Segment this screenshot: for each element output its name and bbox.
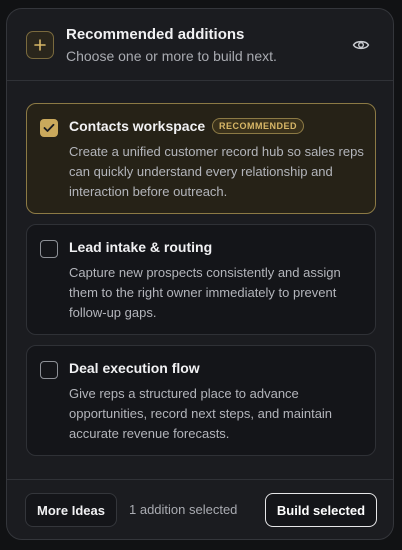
selection-count: 1 addition selected (129, 502, 238, 517)
recommended-badge: RECOMMENDED (212, 118, 305, 134)
option-title: Contacts workspace (69, 118, 206, 134)
more-ideas-button[interactable]: More Ideas (25, 493, 117, 527)
option-card-deal-execution-flow[interactable]: Deal execution flow Give reps a structur… (26, 345, 376, 456)
option-description: Create a unified customer record hub so … (69, 144, 364, 199)
plus-icon (26, 31, 54, 59)
option-description: Give reps a structured place to advance … (69, 386, 333, 441)
option-title: Lead intake & routing (69, 239, 213, 255)
panel-subtitle: Choose one or more to build next. (66, 48, 277, 64)
option-card-lead-intake-routing[interactable]: Lead intake & routing Capture new prospe… (26, 224, 376, 335)
option-checkbox[interactable] (40, 361, 58, 379)
option-description: Capture new prospects consistently and a… (69, 265, 341, 320)
recommended-additions-panel: Recommended additions Choose one or more… (6, 8, 394, 540)
option-checkbox[interactable] (40, 240, 58, 258)
eye-icon[interactable] (350, 35, 372, 55)
panel-header: Recommended additions Choose one or more… (7, 9, 393, 81)
option-card-contacts-workspace[interactable]: Contacts workspace RECOMMENDED Create a … (26, 103, 376, 214)
panel-footer: More Ideas 1 addition selected Build sel… (7, 479, 393, 539)
option-checkbox-checked[interactable] (40, 119, 58, 137)
option-title: Deal execution flow (69, 360, 200, 376)
panel-title: Recommended additions (66, 26, 245, 43)
build-selected-button[interactable]: Build selected (265, 493, 377, 527)
